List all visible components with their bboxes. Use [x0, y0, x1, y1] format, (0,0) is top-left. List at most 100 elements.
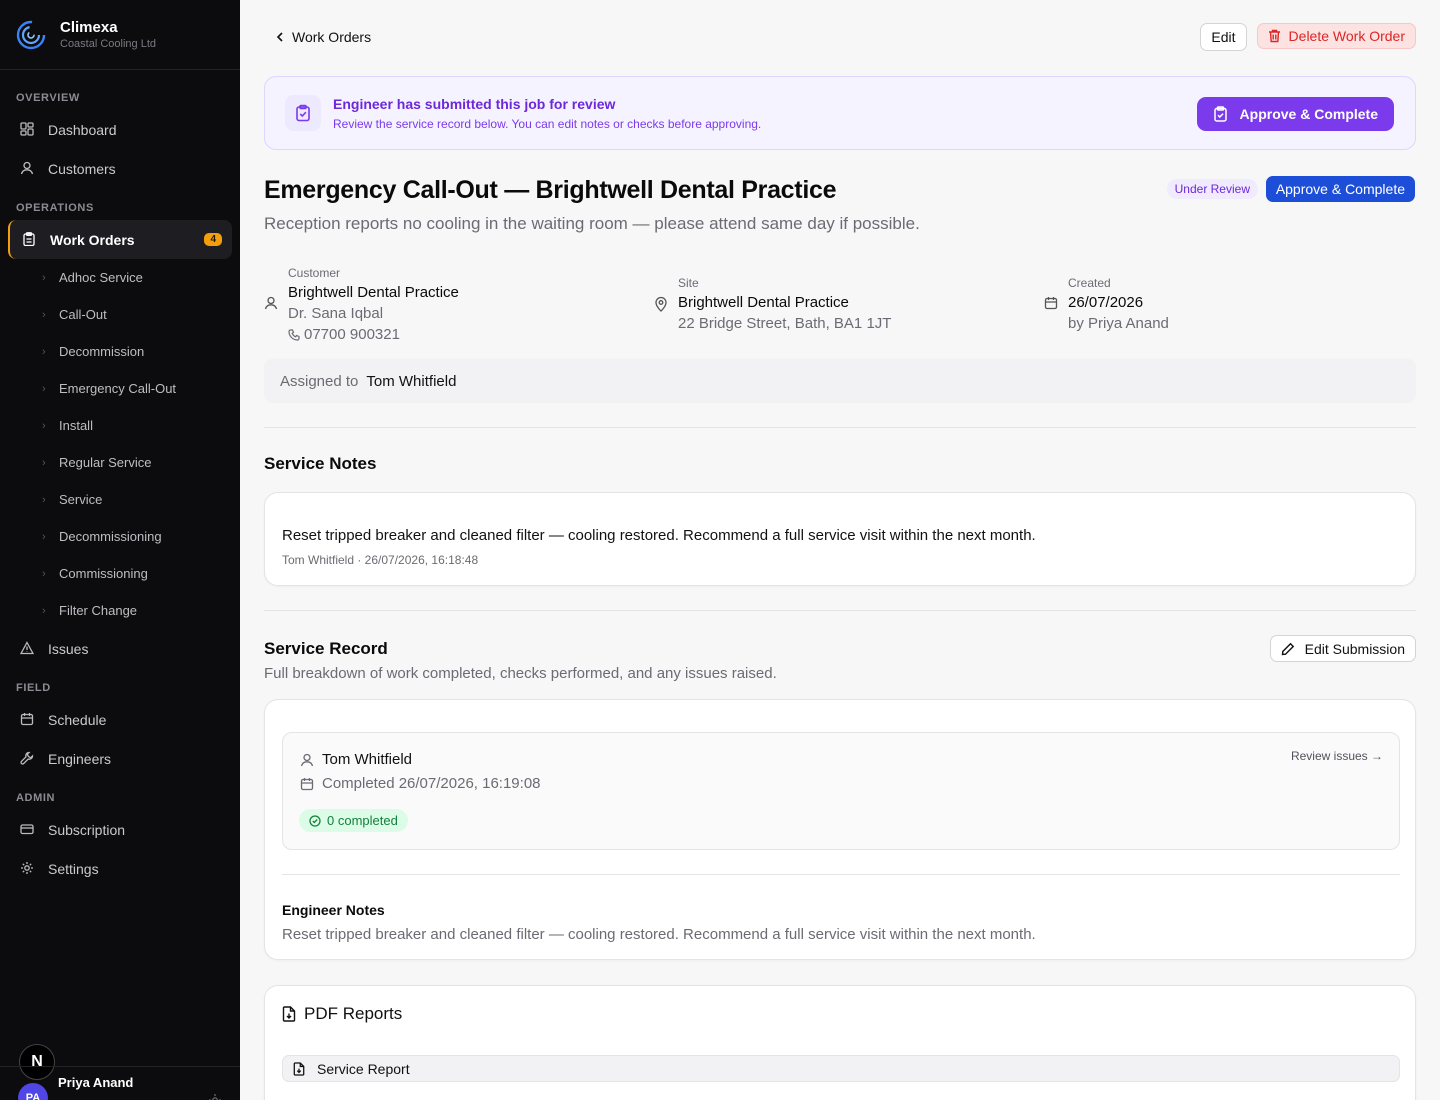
gear-icon[interactable]: [208, 1093, 222, 1100]
avatar: PA: [18, 1083, 48, 1100]
sidebar-item-label: Dashboard: [48, 121, 117, 138]
assigned-to-row: Assigned to Tom Whitfield: [264, 359, 1416, 403]
user-icon: [20, 161, 36, 177]
file-download-icon: [293, 1061, 305, 1076]
page-header: Work Orders Edit Delete Work Order: [264, 0, 1416, 76]
brand-name: Climexa: [60, 19, 118, 36]
sidebar-item-dashboard[interactable]: Dashboard: [8, 110, 232, 149]
user-icon: [300, 753, 314, 766]
customer-phone[interactable]: 07700 900321: [288, 326, 459, 343]
sub-item-label: Commissioning: [59, 566, 148, 581]
chevron-right-icon: ›: [42, 419, 46, 432]
sidebar-item-label: Engineers: [48, 750, 112, 767]
back-link-label: Work Orders: [292, 29, 372, 45]
user-name: Priya Anand: [58, 1075, 134, 1090]
chevron-right-icon: ›: [42, 567, 46, 580]
sidebar-item-engineers[interactable]: Engineers: [8, 739, 232, 778]
sidebar-sub-item-install[interactable]: › Install: [8, 407, 232, 444]
sidebar-sub-item-decommissioning[interactable]: › Decommissioning: [8, 518, 232, 555]
gear-icon: [20, 861, 36, 877]
service-note-meta: Tom Whitfield · 26/07/2026, 16:18:48: [282, 553, 479, 567]
chevron-right-icon: ›: [42, 493, 46, 506]
sidebar-sub-item-adhoc-service[interactable]: › Adhoc Service: [8, 259, 232, 296]
sidebar-item-settings[interactable]: Settings: [8, 849, 232, 888]
chevron-right-icon: ›: [42, 271, 46, 284]
divider: [264, 610, 1416, 611]
chevron-right-icon: ›: [42, 308, 46, 321]
brand-subtitle: Coastal Cooling Ltd: [60, 38, 157, 50]
phone-number: 07700 900321: [304, 326, 400, 343]
pdf-report-item[interactable]: Service Report: [282, 1055, 1400, 1082]
edit-submission-label: Edit Submission: [1304, 640, 1405, 657]
work-order-sub-list: › Adhoc Service › Call-Out › Decommission ›…: [8, 259, 232, 629]
completed-count-badge: 0 completed: [299, 809, 408, 832]
clipboard-check-icon: [285, 95, 321, 131]
engineer-notes-title: Engineer Notes: [282, 902, 385, 918]
calendar-icon: [20, 712, 36, 728]
nav-section-field: FIELD: [16, 682, 51, 694]
sub-item-label: Adhoc Service: [59, 270, 143, 285]
service-notes-title: Service Notes: [264, 454, 377, 473]
sub-item-label: Filter Change: [59, 603, 138, 618]
pdf-report-name: Service Report: [317, 1060, 410, 1077]
approve-complete-button[interactable]: Approve & Complete: [1196, 97, 1394, 131]
customer-info: Customer Brightwell Dental Practice Dr. …: [264, 266, 459, 343]
sidebar-item-schedule[interactable]: Schedule: [8, 700, 232, 739]
submission-completed: Completed 26/07/2026, 16:19:08: [300, 775, 541, 792]
calendar-icon: [1044, 296, 1060, 332]
credit-card-icon: [20, 822, 36, 838]
sidebar-item-label: Subscription: [48, 821, 126, 838]
nav-section-admin: ADMIN: [16, 792, 56, 804]
chevron-right-icon: ›: [42, 456, 46, 469]
sidebar-item-customers[interactable]: Customers: [8, 149, 232, 188]
chevron-right-icon: ›: [42, 530, 46, 543]
service-record-title: Service Record: [264, 639, 388, 658]
site-name: Brightwell Dental Practice: [678, 294, 849, 311]
brand[interactable]: Climexa Coastal Cooling Ltd: [0, 0, 240, 70]
sidebar-item-subscription[interactable]: Subscription: [8, 810, 232, 849]
sidebar-item-issues[interactable]: Issues: [8, 629, 232, 668]
customer-label: Customer: [288, 266, 341, 280]
sidebar-sub-item-decommission[interactable]: › Decommission: [8, 333, 232, 370]
chevron-right-icon: ›: [42, 604, 46, 617]
created-info: Created 26/07/2026 by Priya Anand: [1044, 276, 1169, 332]
sidebar: Climexa Coastal Cooling Ltd OVERVIEW Das…: [0, 0, 240, 1100]
customer-contact: Dr. Sana Iqbal: [288, 305, 384, 322]
sidebar-item-label: Work Orders: [50, 231, 135, 248]
dashboard-grid-icon: [20, 121, 36, 138]
nav-section-overview: OVERVIEW: [16, 92, 80, 104]
completed-timestamp: Completed 26/07/2026, 16:19:08: [322, 775, 541, 792]
sidebar-sub-item-filter-change[interactable]: › Filter Change: [8, 592, 232, 629]
edit-button[interactable]: Edit: [1200, 23, 1247, 51]
edit-submission-button[interactable]: Edit Submission: [1269, 635, 1416, 662]
service-record-card: Tom Whitfield Completed 26/07/2026, 16:1…: [264, 699, 1416, 960]
calendar-icon: [300, 777, 314, 790]
divider: [282, 874, 1400, 875]
sidebar-item-work-orders[interactable]: Work Orders 4: [8, 220, 232, 259]
map-pin-icon: [654, 296, 670, 332]
review-issues-link[interactable]: Review issues →: [1291, 749, 1383, 763]
sidebar-sub-item-service[interactable]: › Service: [8, 481, 232, 518]
sidebar-sub-item-commissioning[interactable]: › Commissioning: [8, 555, 232, 592]
trash-icon: [1268, 29, 1280, 43]
assigned-engineer-name: Tom Whitfield: [366, 372, 457, 390]
site-label: Site: [678, 276, 699, 290]
service-note-text: Reset tripped breaker and cleaned filter…: [282, 527, 1036, 544]
user-menu[interactable]: PA Priya Anand: [0, 1066, 240, 1100]
approve-complete-secondary-button[interactable]: Approve & Complete: [1265, 176, 1415, 202]
engineer-name: Tom Whitfield: [322, 751, 413, 768]
main-content: Work Orders Edit Delete Work Order Engin…: [264, 0, 1416, 1100]
nav-section-operations: OPERATIONS: [16, 202, 94, 214]
delete-label: Delete Work Order: [1288, 28, 1405, 44]
sidebar-sub-item-regular-service[interactable]: › Regular Service: [8, 444, 232, 481]
warning-triangle-icon: [20, 640, 36, 657]
delete-work-order-button[interactable]: Delete Work Order: [1256, 23, 1416, 49]
assigned-label: Assigned to: [280, 372, 359, 390]
banner-title: Engineer has submitted this job for revi…: [333, 95, 616, 112]
sub-item-label: Decommissioning: [59, 529, 162, 544]
sidebar-sub-item-emergency-call-out[interactable]: › Emergency Call-Out: [8, 370, 232, 407]
job-header: Emergency Call-Out — Brightwell Dental P…: [264, 176, 1416, 246]
back-link[interactable]: Work Orders: [276, 29, 371, 45]
climexa-logo-icon: [16, 20, 46, 49]
sidebar-sub-item-call-out[interactable]: › Call-Out: [8, 296, 232, 333]
